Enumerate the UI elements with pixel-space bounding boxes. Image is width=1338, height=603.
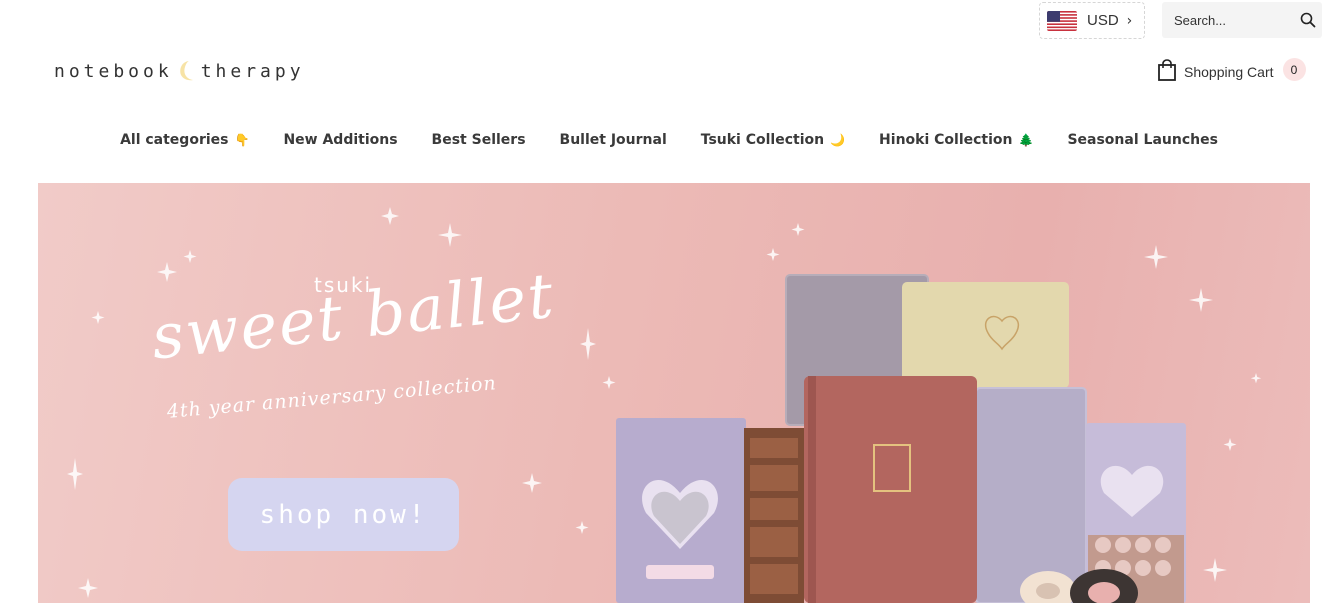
shop-now-button[interactable]: shop now! <box>228 478 459 551</box>
nav-item-seasonal-launches[interactable]: Seasonal Launches <box>1067 132 1217 148</box>
nav-item-label: Seasonal Launches <box>1067 132 1218 148</box>
cart-label: Shopping Cart <box>1184 63 1274 80</box>
nav-item-label: Bullet Journal <box>559 132 667 148</box>
nav-item-bullet-journal[interactable]: Bullet Journal <box>560 132 667 148</box>
main-navigation: All categories 👇 New Additions Best Sell… <box>0 128 1338 152</box>
pointing-down-icon: 👇 <box>234 133 250 147</box>
nav-item-all-categories[interactable]: All categories 👇 <box>120 132 249 148</box>
cart-count-badge: 0 <box>1282 58 1306 81</box>
nav-item-label: Tsuki Collection <box>700 132 825 148</box>
evergreen-tree-icon: 🌲 <box>1018 133 1034 147</box>
search-box <box>1162 2 1322 38</box>
chevron-right-icon: › <box>1126 12 1133 29</box>
nav-item-label: All categories <box>120 132 229 148</box>
nav-item-tsuki-collection[interactable]: Tsuki Collection 🌙 <box>701 132 845 148</box>
shopping-bag-icon <box>1158 58 1176 81</box>
nav-item-best-sellers[interactable]: Best Sellers <box>432 132 526 148</box>
crescent-moon-icon: 🌙 <box>830 133 846 147</box>
search-icon[interactable] <box>1300 12 1316 28</box>
nav-item-label: New Additions <box>283 132 398 148</box>
nav-item-label: Hinoki Collection <box>879 132 1013 148</box>
currency-selector[interactable]: USD › <box>1039 2 1145 39</box>
search-input[interactable] <box>1174 12 1294 28</box>
shopping-cart[interactable]: Shopping Cart 0 <box>1157 58 1306 81</box>
currency-code: USD <box>1087 12 1119 29</box>
crescent-moon-icon <box>179 61 193 81</box>
site-logo[interactable]: notebook therapy <box>54 58 305 84</box>
nav-item-new-additions[interactable]: New Additions <box>283 132 397 148</box>
logo-text-left: notebook <box>54 60 173 82</box>
nav-item-label: Best Sellers <box>431 132 526 148</box>
nav-item-hinoki-collection[interactable]: Hinoki Collection 🌲 <box>879 132 1033 148</box>
us-flag-icon <box>1047 10 1077 31</box>
hero-banner[interactable]: tsuki sweet ballet 4th year anniversary … <box>38 183 1310 603</box>
logo-text-right: therapy <box>200 60 305 82</box>
